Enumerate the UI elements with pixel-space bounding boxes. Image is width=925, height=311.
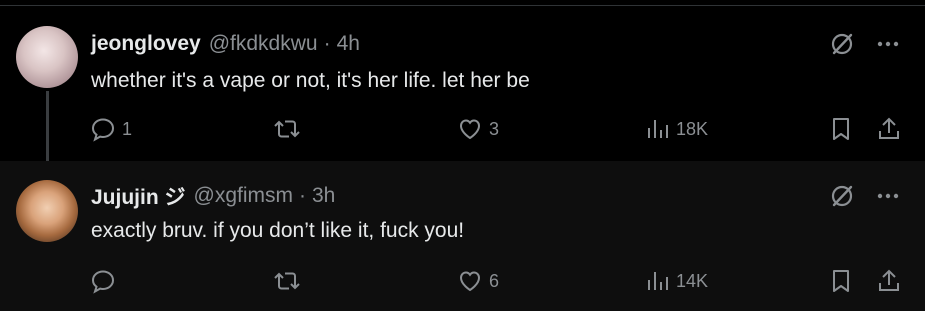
reply-button[interactable]: 1 (90, 116, 132, 142)
action-bar: 1 3 18K (90, 116, 906, 144)
like-button[interactable]: 3 (457, 116, 499, 142)
thread-connector (46, 91, 49, 168)
tweet-text: exactly bruv. if you don’t like it, fuck… (91, 219, 465, 242)
action-bar: 6 14K (90, 268, 906, 296)
separator-dot: · (323, 32, 331, 55)
reply-count: 1 (122, 118, 133, 139)
share-icon (876, 116, 902, 142)
reply-icon (90, 116, 116, 142)
reply-icon (90, 268, 116, 294)
share-button[interactable] (876, 116, 902, 142)
display-name[interactable]: Jujujin ジ (91, 181, 186, 211)
like-icon (457, 116, 483, 142)
tweet[interactable]: jeonglovey @fkdkdkwu · 4h whether it's a… (0, 7, 925, 161)
user-handle[interactable]: @xgfimsm (194, 184, 293, 208)
views-count: 18K (676, 118, 709, 139)
separator-dot: · (298, 184, 306, 207)
top-divider (0, 0, 925, 6)
share-button[interactable] (876, 268, 902, 294)
timestamp[interactable]: 3h (312, 184, 335, 208)
tweet-header: jeonglovey @fkdkdkwu · 4h (91, 30, 360, 58)
like-count: 3 (489, 118, 500, 139)
bookmark-icon (829, 116, 853, 142)
bookmark-icon (829, 268, 853, 294)
retweet-button[interactable] (273, 116, 307, 142)
retweet-icon (273, 116, 301, 142)
avatar[interactable] (16, 180, 78, 242)
more-icon[interactable] (877, 193, 899, 199)
reply-button[interactable] (90, 268, 122, 294)
like-icon (457, 268, 483, 294)
user-handle[interactable]: @fkdkdkwu (209, 32, 318, 56)
views-count: 14K (676, 270, 709, 291)
share-icon (876, 268, 902, 294)
retweet-icon (273, 268, 301, 294)
avatar[interactable] (16, 26, 78, 88)
views-icon (646, 116, 670, 142)
views-button[interactable]: 14K (646, 268, 708, 294)
display-name[interactable]: jeonglovey (91, 32, 201, 56)
bookmark-button[interactable] (829, 116, 853, 142)
like-count: 6 (489, 270, 500, 291)
like-button[interactable]: 6 (457, 268, 499, 294)
timestamp[interactable]: 4h (337, 32, 360, 56)
tweet[interactable]: Jujujin ジ @xgfimsm · 3h exactly bruv. if… (0, 161, 925, 311)
views-icon (646, 268, 670, 294)
views-button[interactable]: 18K (646, 116, 708, 142)
tweet-text: whether it's a vape or not, it's her lif… (91, 69, 530, 92)
more-icon[interactable] (877, 41, 899, 47)
tweet-header: Jujujin ジ @xgfimsm · 3h (91, 182, 335, 210)
bookmark-button[interactable] (829, 268, 853, 294)
grok-icon[interactable] (829, 31, 855, 57)
grok-icon[interactable] (829, 183, 855, 209)
retweet-button[interactable] (273, 268, 307, 294)
